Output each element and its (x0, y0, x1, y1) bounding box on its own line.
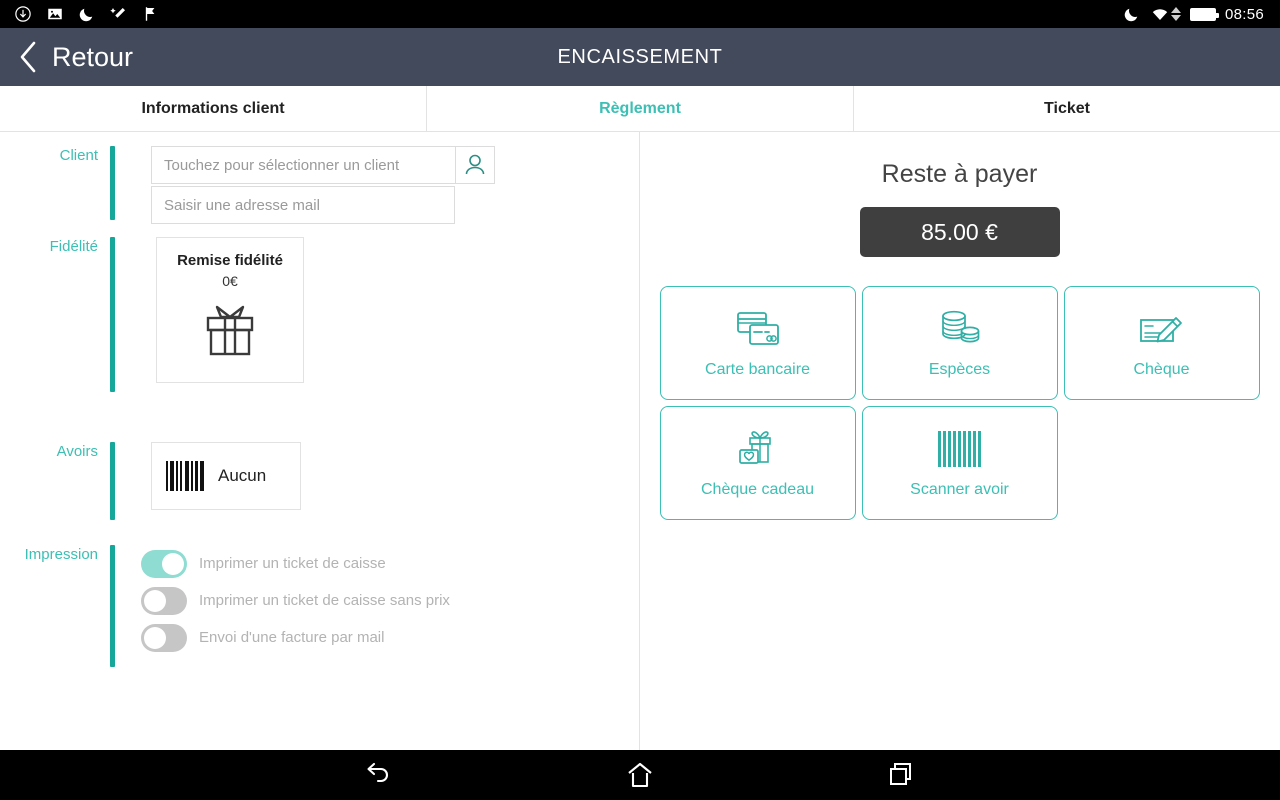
barcode-scan-icon (938, 427, 981, 471)
payment-scanner-avoir-button[interactable]: Scanner avoir (861, 406, 1058, 520)
barcode-icon (166, 461, 204, 491)
toggle-label: Imprimer un ticket de caisse (199, 555, 386, 572)
tab-label: Ticket (1044, 99, 1090, 117)
payment-label: Chèque cadeau (701, 481, 814, 498)
nav-home-button[interactable] (559, 761, 721, 789)
client-picker-button[interactable] (455, 146, 495, 184)
toggle-row-print-receipt[interactable]: Imprimer un ticket de caisse (141, 545, 450, 582)
section-client: Client Touchez pour sélectionner un clie… (0, 146, 495, 224)
client-information-pane: Client Touchez pour sélectionner un clie… (0, 132, 640, 750)
loyalty-card-amount: 0€ (222, 273, 238, 289)
credit-note-label: Aucun (218, 466, 267, 485)
client-email-input[interactable]: Saisir une adresse mail (151, 186, 455, 224)
android-status-bar: 08:56 (0, 0, 1280, 28)
payment-label: Scanner avoir (910, 481, 1009, 498)
toggle-row-email-invoice[interactable]: Envoi d'une facture par mail (141, 619, 450, 656)
client-select-row: Touchez pour sélectionner un client (151, 146, 495, 184)
tab-label: Informations client (141, 99, 285, 117)
toggle-label: Imprimer un ticket de caisse sans prix (199, 592, 450, 609)
section-avoirs: Avoirs Aucun (0, 442, 301, 520)
toggle-knob (144, 589, 166, 612)
chevron-left-icon (20, 41, 36, 73)
payment-methods-grid: Carte bancaire Espèces Chèque Chèque cad… (659, 286, 1260, 520)
loyalty-card-title: Remise fidélité (177, 252, 283, 269)
payment-cheque-button[interactable]: Chèque (1063, 286, 1260, 400)
nav-recents-button[interactable] (821, 762, 983, 788)
section-avoirs-label: Avoirs (56, 443, 98, 460)
toggle-label: Envoi d'une facture par mail (199, 629, 385, 646)
remaining-due-amount: 85.00 € (859, 207, 1060, 257)
status-bar-system: 08:56 (1123, 5, 1272, 23)
toggle-knob (162, 552, 184, 575)
wifi-icon (1150, 6, 1181, 22)
home-nav-icon (628, 762, 652, 788)
status-bar-notifications (8, 5, 160, 23)
loyalty-discount-card[interactable]: Remise fidélité 0€ (156, 237, 304, 383)
page-title: ENCAISSEMENT (557, 45, 723, 68)
back-button-label: Retour (52, 41, 134, 72)
gift-icon (206, 305, 254, 356)
nav-back-button[interactable] (297, 762, 459, 788)
android-navigation-bar (0, 750, 1280, 800)
magic-wand-icon (110, 8, 125, 18)
tab-bar: Informations client Règlement Ticket (0, 86, 1280, 132)
client-select-input[interactable]: Touchez pour sélectionner un client (151, 146, 455, 184)
tab-ticket[interactable]: Ticket (853, 86, 1280, 131)
moon-icon (79, 8, 93, 22)
credit-note-card[interactable]: Aucun (151, 442, 301, 510)
tab-informations-client[interactable]: Informations client (0, 86, 426, 131)
payment-especes-button[interactable]: Espèces (861, 286, 1058, 400)
section-avoirs-body: Aucun (115, 442, 301, 520)
payment-label: Carte bancaire (705, 361, 810, 378)
credit-card-icon (734, 307, 782, 351)
image-icon (48, 8, 62, 20)
download-icon (15, 6, 31, 22)
recents-nav-icon (890, 763, 911, 785)
app-title-bar: ENCAISSEMENT Retour (0, 28, 1280, 86)
status-clock: 08:56 (1224, 5, 1264, 23)
moon-icon (1124, 8, 1138, 22)
toggle-knob (144, 626, 166, 649)
print-receipt-no-price-toggle[interactable] (141, 586, 187, 615)
payment-carte-bancaire-button[interactable]: Carte bancaire (659, 286, 856, 400)
section-client-body: Touchez pour sélectionner un client Sais… (115, 146, 495, 224)
payment-label: Espèces (928, 361, 991, 378)
payment-pane: Reste à payer 85.00 € Carte bancaire Esp… (640, 132, 1279, 750)
section-impression: Impression Imprimer un ticket de caisse … (0, 545, 450, 667)
section-impression-label: Impression (24, 546, 98, 563)
main-content: Client Touchez pour sélectionner un clie… (0, 132, 1280, 750)
tab-label: Règlement (599, 99, 681, 117)
flag-icon (145, 7, 155, 21)
payment-cheque-cadeau-button[interactable]: Chèque cadeau (659, 406, 856, 520)
tab-reglement[interactable]: Règlement (426, 86, 853, 131)
cheque-pen-icon (1138, 307, 1186, 351)
section-fidelite-label: Fidélité (49, 238, 98, 255)
person-icon (465, 154, 485, 175)
battery-icon (1189, 7, 1219, 21)
back-nav-icon (367, 762, 389, 783)
data-arrows-icon (1170, 7, 1181, 21)
email-invoice-toggle[interactable] (141, 623, 187, 652)
pos-checkout-screen: 08:56 ENCAISSEMENT Retour Informations c… (0, 0, 1280, 800)
gift-card-icon (734, 427, 782, 471)
section-fidelite: Fidélité Remise fidélité 0€ (0, 237, 304, 392)
section-impression-body: Imprimer un ticket de caisse Imprimer un… (115, 545, 450, 667)
toggle-row-print-receipt-no-price[interactable]: Imprimer un ticket de caisse sans prix (141, 582, 450, 619)
coins-icon (937, 307, 983, 351)
section-fidelite-body: Remise fidélité 0€ (115, 237, 304, 392)
remaining-due-title: Reste à payer (881, 160, 1038, 188)
payment-label: Chèque (1133, 361, 1190, 378)
print-receipt-toggle[interactable] (141, 549, 187, 578)
back-button[interactable]: Retour (0, 28, 133, 86)
section-client-label: Client (59, 147, 98, 164)
